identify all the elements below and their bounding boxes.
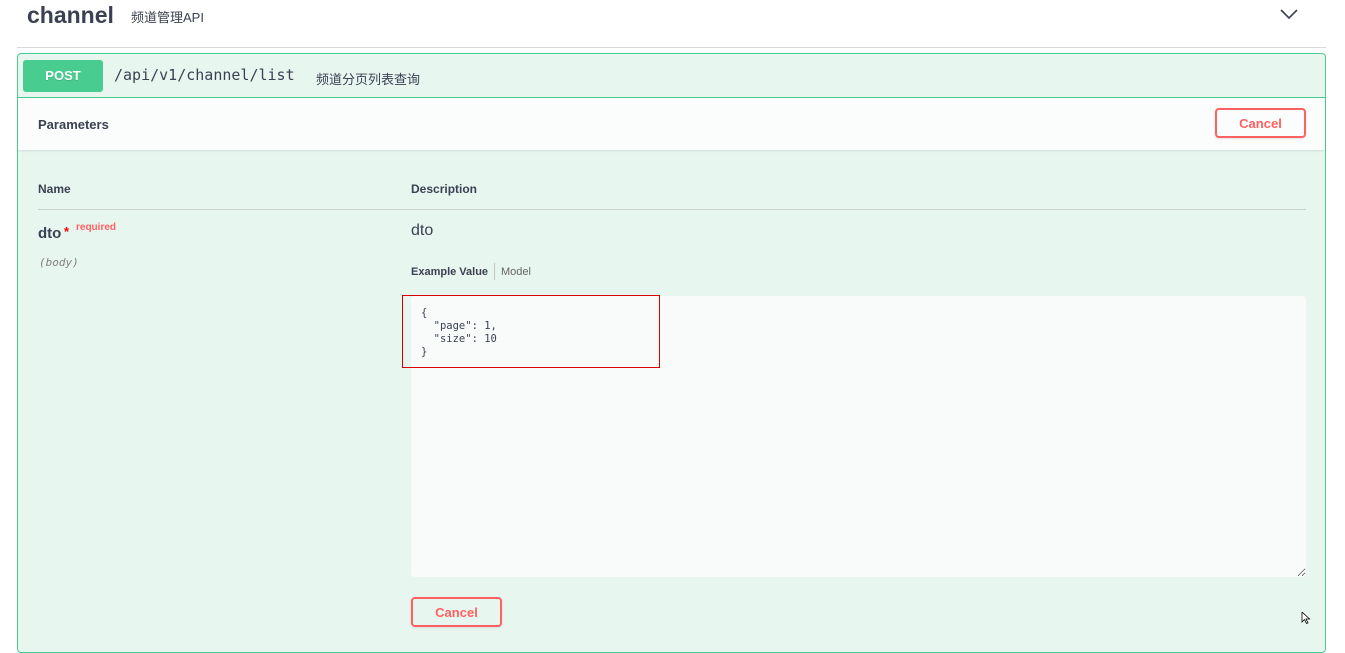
column-header-description: Description — [411, 182, 478, 196]
required-label: required — [76, 222, 117, 233]
tag-header[interactable]: channel 频道管理API — [17, 0, 1326, 48]
parameters-header: Parameters Cancel — [18, 98, 1325, 150]
opblock-post: POST /api/v1/channel/list 频道分页列表查询 Param… — [17, 53, 1326, 653]
cancel-button-bottom[interactable]: Cancel — [411, 597, 502, 627]
parameters-title: Parameters — [38, 117, 109, 132]
body-param-textarea[interactable]: { "page": 1, "size": 10 } — [411, 296, 1306, 577]
chevron-down-icon[interactable] — [1278, 6, 1300, 22]
parameter-description: dto — [411, 222, 434, 239]
mouse-cursor-icon — [1301, 612, 1311, 624]
operation-summary: 频道分页列表查询 — [316, 72, 421, 87]
tag-name: channel — [27, 2, 114, 28]
tab-divider — [494, 263, 495, 280]
table-divider — [38, 209, 1306, 210]
tag-description: 频道管理API — [131, 10, 204, 25]
required-star: * — [64, 224, 70, 239]
operation-path: /api/v1/channel/list — [114, 66, 295, 84]
tab-model[interactable]: Model — [501, 266, 531, 278]
column-header-name: Name — [38, 182, 71, 196]
tab-example-value[interactable]: Example Value — [411, 266, 488, 278]
opblock-summary[interactable]: POST /api/v1/channel/list 频道分页列表查询 — [18, 54, 1325, 98]
cancel-button[interactable]: Cancel — [1215, 108, 1306, 138]
parameter-location: (body) — [39, 256, 79, 269]
method-badge: POST — [23, 60, 103, 92]
parameter-name: dto — [38, 225, 62, 242]
